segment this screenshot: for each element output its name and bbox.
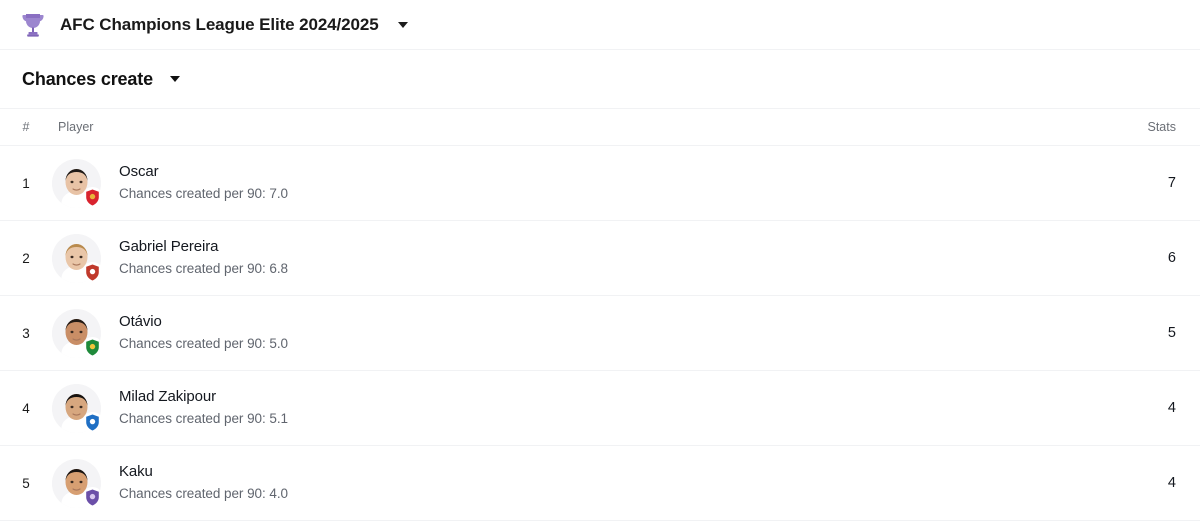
- player-name: Otávio: [119, 313, 162, 331]
- player-stat-description: Chances created per 90: 4.0: [119, 486, 289, 502]
- rank-cell: 1: [0, 176, 52, 191]
- column-header-stats: Stats: [1147, 120, 1177, 134]
- player-info: Kaku Chances created per 90: 4.0: [119, 462, 288, 504]
- stat-cell: 5: [1120, 325, 1200, 341]
- club-badge-icon: [82, 261, 103, 283]
- table-row[interactable]: 5 Kaku Chances created per 90: 4.0 4: [0, 446, 1200, 521]
- club-badge-icon: [82, 186, 103, 208]
- competition-title: AFC Champions League Elite 2024/2025: [60, 14, 379, 34]
- player-stat-description: Chances created per 90: 6.8: [119, 261, 289, 277]
- rank-cell: 4: [0, 401, 52, 416]
- table-row[interactable]: 2 Gabriel Pereira Chances created per 90…: [0, 221, 1200, 296]
- avatar: [52, 233, 103, 283]
- rank-number: 2: [22, 250, 30, 266]
- stat-value: 5: [1167, 325, 1176, 341]
- player-name: Kaku: [119, 463, 153, 481]
- stat-value: 7: [1167, 175, 1176, 191]
- player-cell[interactable]: Kaku Chances created per 90: 4.0: [52, 458, 1120, 508]
- club-badge-icon: [82, 486, 103, 508]
- competition-chevron-down-icon[interactable]: [397, 21, 408, 28]
- stat-selector-label: Chances create: [22, 68, 153, 89]
- trophy-icon: [22, 13, 44, 37]
- stat-value: 4: [1167, 475, 1176, 491]
- avatar: [52, 308, 103, 358]
- avatar: [52, 383, 103, 433]
- player-stat-description: Chances created per 90: 7.0: [119, 186, 289, 202]
- player-cell[interactable]: Oscar Chances created per 90: 7.0: [52, 158, 1120, 208]
- player-cell[interactable]: Milad Zakipour Chances created per 90: 5…: [52, 383, 1120, 433]
- stat-value: 4: [1167, 400, 1176, 416]
- player-stats-page: AFC Champions League Elite 2024/2025 Cha…: [0, 0, 1200, 526]
- column-header-player: Player: [58, 120, 94, 134]
- stat-cell: 4: [1120, 400, 1200, 416]
- stat-value: 6: [1167, 250, 1176, 266]
- player-info: Otávio Chances created per 90: 5.0: [119, 312, 288, 354]
- table-header: # Player Stats: [0, 109, 1200, 146]
- stat-selector[interactable]: Chances create: [0, 50, 1200, 109]
- rank-cell: 2: [0, 251, 52, 266]
- stat-selector-chevron-down-icon[interactable]: [169, 76, 180, 82]
- club-badge-icon: [82, 336, 103, 358]
- rank-cell: 3: [0, 326, 52, 341]
- table-row[interactable]: 1 Oscar Chances created per 90: 7.0 7: [0, 146, 1200, 221]
- rank-number: 3: [22, 325, 30, 341]
- stat-cell: 4: [1120, 475, 1200, 491]
- player-list: 1 Oscar Chances created per 90: 7.0 7 2 …: [0, 146, 1200, 521]
- avatar: [52, 158, 103, 208]
- player-cell[interactable]: Gabriel Pereira Chances created per 90: …: [52, 233, 1120, 283]
- rank-number: 4: [22, 400, 30, 416]
- stat-cell: 6: [1120, 250, 1200, 266]
- avatar: [52, 458, 103, 508]
- competition-header[interactable]: AFC Champions League Elite 2024/2025: [0, 0, 1200, 50]
- player-info: Oscar Chances created per 90: 7.0: [119, 162, 288, 204]
- table-row[interactable]: 4 Milad Zakipour Chances created per 90:…: [0, 371, 1200, 446]
- player-name: Milad Zakipour: [119, 388, 216, 406]
- column-header-rank: #: [22, 120, 30, 134]
- rank-number: 5: [22, 475, 30, 491]
- stat-cell: 7: [1120, 175, 1200, 191]
- player-cell[interactable]: Otávio Chances created per 90: 5.0: [52, 308, 1120, 358]
- player-info: Milad Zakipour Chances created per 90: 5…: [119, 387, 288, 429]
- player-name: Gabriel Pereira: [119, 238, 219, 256]
- player-name: Oscar: [119, 163, 159, 181]
- club-badge-icon: [82, 411, 103, 433]
- rank-cell: 5: [0, 476, 52, 491]
- player-stat-description: Chances created per 90: 5.0: [119, 336, 289, 352]
- player-stat-description: Chances created per 90: 5.1: [119, 411, 289, 427]
- table-row[interactable]: 3 Otávio Chances created per 90: 5.0 5: [0, 296, 1200, 371]
- player-info: Gabriel Pereira Chances created per 90: …: [119, 237, 288, 279]
- rank-number: 1: [22, 175, 30, 191]
